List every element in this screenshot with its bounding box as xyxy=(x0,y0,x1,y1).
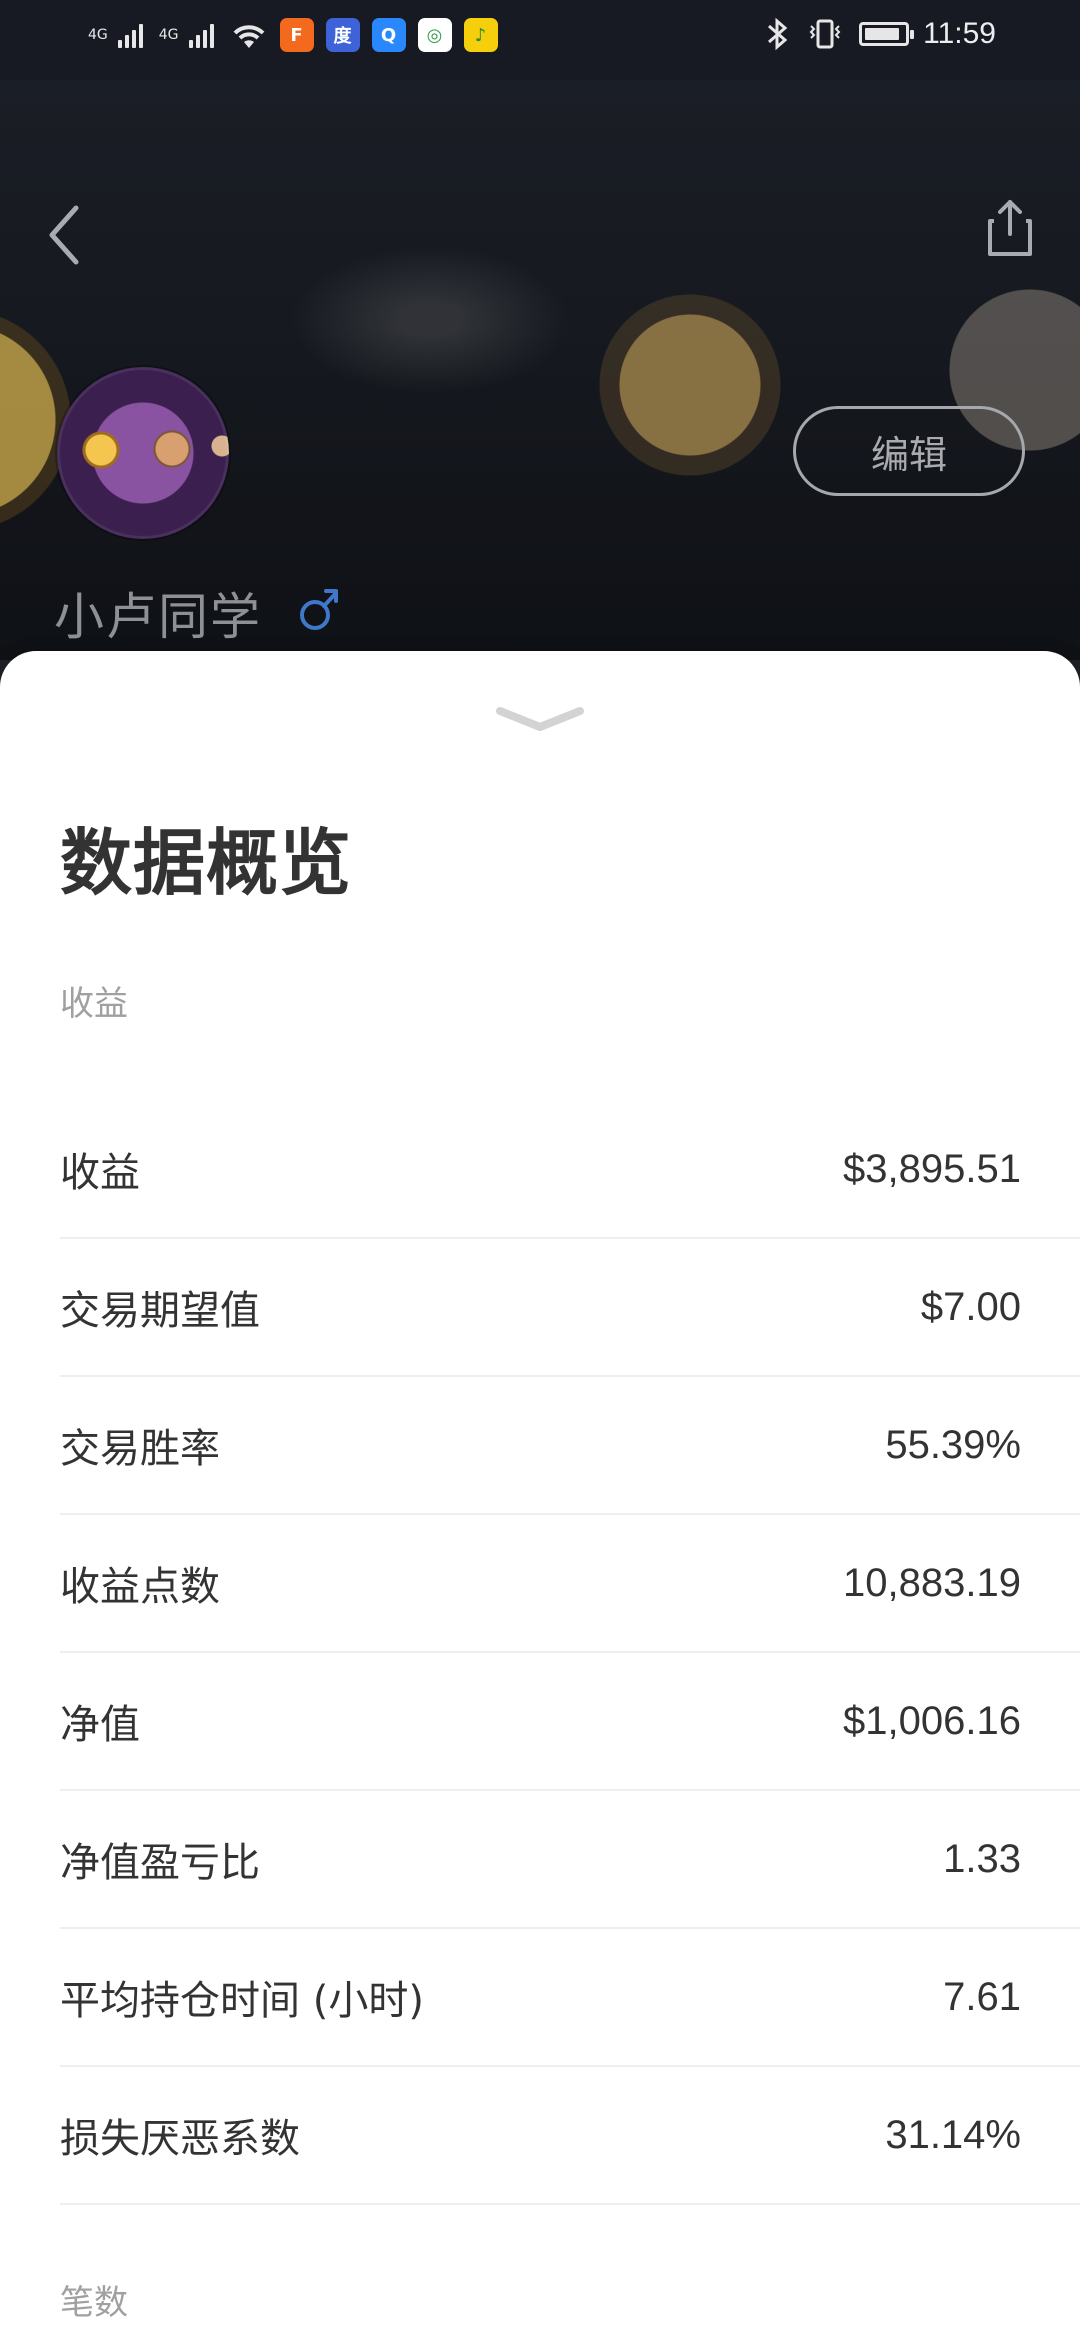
stat-value: 55.39% xyxy=(885,1422,1021,1467)
stat-value: 31.14% xyxy=(885,2112,1021,2157)
fire-app-icon: F xyxy=(279,18,314,52)
stat-label: 收益 xyxy=(60,1150,140,1196)
stat-label: 平均持仓时间 (小时) xyxy=(60,1978,424,2024)
stat-label: 净值 xyxy=(60,1702,140,1748)
section-income-label: 收益 xyxy=(60,984,128,1024)
stat-row: 平均持仓时间 (小时) 7.61 xyxy=(60,1929,1080,2067)
status-right-group: 11:59 xyxy=(763,16,996,52)
stat-row: 净值 $1,006.16 xyxy=(60,1653,1080,1791)
stat-row: 收益点数 10,883.19 xyxy=(60,1515,1080,1653)
stat-row: 交易胜率 55.39% xyxy=(60,1377,1080,1515)
male-symbol-icon xyxy=(300,589,338,630)
stat-row: 净值盈亏比 1.33 xyxy=(60,1791,1080,1929)
stat-label: 净值盈亏比 xyxy=(60,1840,260,1886)
stat-value: 7.61 xyxy=(943,1974,1021,2019)
stat-value: $7.00 xyxy=(920,1284,1021,1329)
network-indicator-2: 4G xyxy=(158,27,179,43)
network-indicator-1: 4G xyxy=(88,27,108,43)
stat-value: 1.33 xyxy=(943,1836,1021,1881)
chevron-down-icon[interactable] xyxy=(492,703,588,737)
stat-label: 交易期望值 xyxy=(60,1288,260,1334)
back-icon[interactable] xyxy=(42,202,86,268)
stat-row: 交易期望值 $7.00 xyxy=(60,1239,1080,1377)
section-count-label: 笔数 xyxy=(60,2283,128,2323)
sheet-title: 数据概览 xyxy=(60,821,353,905)
status-bar: 4G 4G F 度 Q ◎ ♪ 11:59 xyxy=(0,0,1080,80)
wifi-icon xyxy=(233,25,264,48)
baidu-icon: 度 xyxy=(325,18,360,52)
vibrate-icon xyxy=(809,19,841,49)
profile-header: 编辑 小卢同学 xyxy=(0,80,1080,660)
stat-label: 交易胜率 xyxy=(60,1426,220,1472)
camera-app-icon: ◎ xyxy=(417,18,452,52)
stat-value: $1,006.16 xyxy=(843,1698,1021,1743)
signal-icon-2 xyxy=(188,22,214,48)
share-icon[interactable] xyxy=(982,196,1038,262)
stat-label: 损失厌恶系数 xyxy=(60,2116,300,2162)
battery-level xyxy=(865,28,900,40)
qq-browser-icon: Q xyxy=(371,18,406,52)
avatar[interactable] xyxy=(57,367,229,539)
stat-value: 10,883.19 xyxy=(843,1560,1021,1605)
edit-profile-button[interactable]: 编辑 xyxy=(793,406,1025,496)
username: 小卢同学 xyxy=(54,588,262,646)
stat-value: $3,895.51 xyxy=(843,1146,1021,1191)
stats-list: 收益 $3,895.51 交易期望值 $7.00 交易胜率 55.39% 收益点… xyxy=(60,1101,1080,2205)
status-left-group: 4G 4G F 度 Q ◎ ♪ xyxy=(88,18,498,52)
stat-row: 损失厌恶系数 31.14% xyxy=(60,2067,1080,2205)
status-time: 11:59 xyxy=(923,17,996,50)
battery-icon xyxy=(859,22,915,46)
bluetooth-icon xyxy=(768,17,788,51)
data-overview-sheet: 数据概览 收益 收益 $3,895.51 交易期望值 $7.00 交易胜率 55… xyxy=(0,651,1080,2340)
signal-icon-1 xyxy=(117,22,143,48)
stat-label: 收益点数 xyxy=(60,1564,220,1610)
music-app-icon: ♪ xyxy=(463,18,498,52)
stat-row: 收益 $3,895.51 xyxy=(60,1101,1080,1239)
